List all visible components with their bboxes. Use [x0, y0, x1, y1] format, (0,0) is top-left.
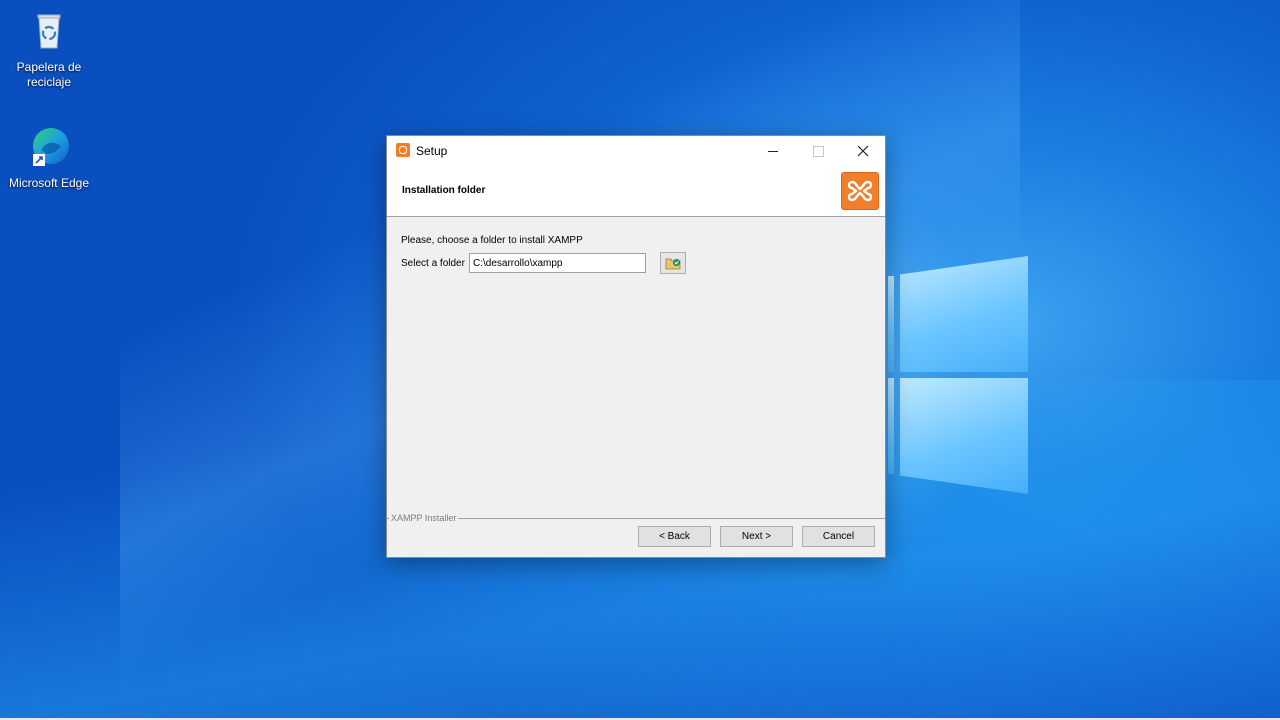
xampp-app-icon	[396, 143, 410, 157]
title-bar[interactable]: Setup	[387, 136, 885, 166]
minimize-button[interactable]	[750, 136, 796, 166]
desktop-icon-edge[interactable]: Microsoft Edge	[6, 124, 92, 191]
folder-label: Select a folder	[401, 258, 465, 269]
minimize-icon	[768, 150, 778, 152]
cancel-button[interactable]: Cancel	[802, 526, 875, 547]
recycle-bin-icon	[37, 14, 61, 49]
close-button[interactable]	[840, 136, 886, 166]
folder-path-input[interactable]	[469, 253, 646, 273]
window-title: Setup	[416, 144, 448, 158]
desktop: Papelera de reciclaje Microsoft Edge Set…	[0, 0, 1280, 720]
setup-dialog: Setup Installation folder Please, choose…	[386, 135, 886, 558]
desktop-icon-recycle-bin[interactable]: Papelera de reciclaje	[6, 8, 92, 90]
next-button[interactable]: Next >	[720, 526, 793, 547]
maximize-button[interactable]	[795, 136, 841, 166]
back-button[interactable]: < Back	[638, 526, 711, 547]
dialog-header: Installation folder	[387, 166, 885, 217]
close-icon	[857, 145, 869, 157]
footer-label: XAMPP Installer	[389, 513, 459, 523]
edge-icon	[33, 128, 69, 166]
footer-divider	[387, 518, 885, 519]
desktop-icon-label: Papelera de reciclaje	[16, 60, 82, 89]
folder-browse-icon	[665, 258, 681, 270]
windows-logo	[886, 256, 1028, 494]
maximize-icon	[812, 145, 824, 157]
instruction-text: Please, choose a folder to install XAMPP	[401, 235, 583, 246]
desktop-icon-label: Microsoft Edge	[8, 176, 90, 190]
xampp-logo-icon	[841, 172, 879, 210]
page-title: Installation folder	[402, 185, 486, 196]
browse-folder-button[interactable]	[660, 252, 686, 274]
